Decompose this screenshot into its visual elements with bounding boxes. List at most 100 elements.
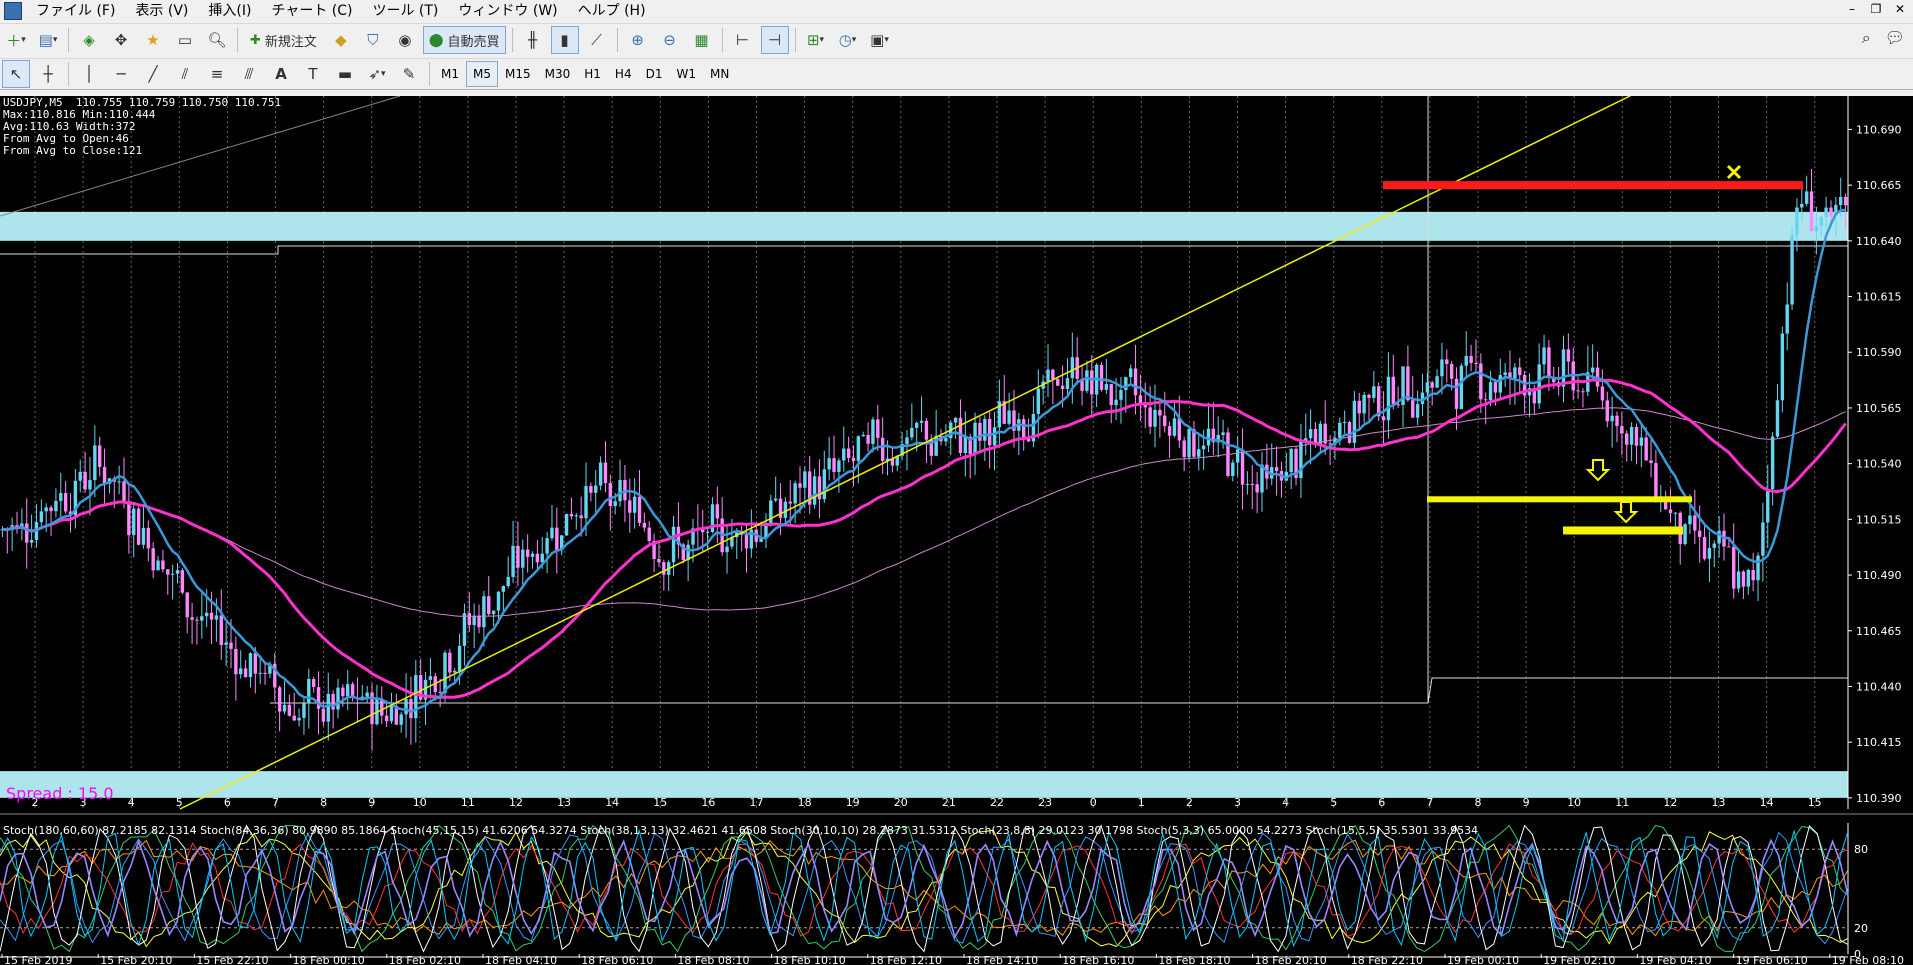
candle-body [915, 422, 919, 428]
candle-body [1610, 415, 1614, 422]
chart-shift-button[interactable]: ⊢ [729, 26, 757, 54]
candle-body [1547, 347, 1551, 378]
candle-body [569, 513, 574, 517]
price-label: 110.565 [1856, 402, 1902, 415]
time-label: 18 Feb 02:10 [389, 954, 461, 965]
auto-trade-button[interactable]: ⬤ 自動売買 [422, 26, 506, 54]
timeframe-d1[interactable]: D1 [639, 61, 670, 87]
menu-file[interactable]: ファイル (F) [26, 0, 125, 22]
chat-icon[interactable]: 💬︎ [1885, 28, 1905, 48]
bar-chart-button[interactable]: ╫ [519, 26, 547, 54]
cursor-button[interactable]: ↖ [2, 60, 30, 88]
candle-body [161, 560, 165, 570]
vertical-line-icon: │ [84, 65, 94, 83]
horizontal-line-button[interactable]: ─ [107, 60, 135, 88]
menu-help[interactable]: ヘルプ (H) [568, 0, 656, 22]
zoom-out-icon: ⊖ [663, 31, 676, 49]
text-label-button[interactable]: T [299, 60, 327, 88]
candle-body [472, 615, 476, 626]
auto-scroll-button[interactable]: ⊣ [760, 26, 789, 54]
market-watch-button[interactable]: ◈ [75, 26, 103, 54]
tile-windows-button[interactable]: ▦ [688, 26, 716, 54]
templates-button[interactable]: ▣ ▾ [866, 26, 894, 54]
candlestick-button[interactable]: ▮ [550, 26, 579, 54]
gann-button[interactable]: ⫻ [235, 60, 263, 88]
vps-button[interactable]: ◉ [391, 26, 419, 54]
menu-window[interactable]: ウィンドウ (W) [448, 0, 567, 22]
candle-body [1454, 378, 1459, 409]
terminal-button[interactable]: ▭ [171, 26, 199, 54]
timeframe-h1[interactable]: H1 [577, 61, 608, 87]
auto-trade-icon: ⬤ [428, 32, 444, 48]
menu-insert[interactable]: 挿入(I) [198, 0, 261, 22]
trendline-button[interactable]: ╱ [139, 60, 167, 88]
candle-body [773, 498, 778, 501]
draw-tools-button[interactable]: ✎ [395, 60, 423, 88]
line-chart-button[interactable]: ⟋ [583, 26, 611, 54]
fibonacci-button[interactable]: ≡ [203, 60, 231, 88]
stoch-level-label: 80 [1854, 843, 1868, 856]
close-button[interactable]: ✕ [1893, 2, 1907, 16]
new-chart-button[interactable]: ＋ ▾ [2, 26, 30, 54]
timeframe-mn[interactable]: MN [703, 61, 736, 87]
candle-body [1702, 536, 1707, 559]
data-window-button[interactable]: ✥ [107, 26, 135, 54]
candle-body [1036, 388, 1040, 414]
day-label: 9 [368, 796, 375, 809]
menu-tools[interactable]: ツール (T) [362, 0, 448, 22]
search-icon[interactable]: ⌕ [1862, 28, 1871, 48]
text-button[interactable]: A [267, 60, 295, 88]
candle-body [234, 648, 238, 675]
candle-body [190, 617, 194, 620]
candle-body [1483, 399, 1488, 401]
candle-body [837, 460, 841, 472]
strategy-tester-button[interactable]: 🔍︎ [203, 26, 231, 54]
candle-body [725, 546, 729, 553]
timeframe-m1[interactable]: M1 [434, 61, 466, 87]
timeframe-w1[interactable]: W1 [669, 61, 703, 87]
vertical-line-button[interactable]: │ [75, 60, 103, 88]
timeframe-m30[interactable]: M30 [538, 61, 578, 87]
signals-button[interactable]: ⛉ [359, 26, 387, 54]
candle-body [1197, 449, 1201, 457]
candle-body [1357, 400, 1361, 414]
profiles-button[interactable]: ▤ ▾ [34, 26, 62, 54]
crosshair-button[interactable]: ┼ [34, 60, 62, 88]
restore-button[interactable]: ❐ [1869, 2, 1883, 16]
menu-view[interactable]: 表示 (V) [125, 0, 198, 22]
day-label: 0 [1090, 796, 1097, 809]
arrows-button[interactable]: ➶ ▾ [363, 60, 391, 88]
zoom-out-button[interactable]: ⊖ [656, 26, 684, 54]
candle-body [1741, 571, 1746, 587]
candle-body [1503, 372, 1507, 376]
editor-icon: ◆ [335, 31, 347, 49]
candle-body [822, 469, 827, 500]
new-order-button[interactable]: ✚ 新規注文 [244, 26, 323, 54]
chart-window[interactable]: 2 3 4 5 6 7 8 9 10 11 12 13 14 15 16 17 18 19 20 21 22 23 0 1 2 3… [0, 96, 1913, 965]
periods-button[interactable]: ◷ ▾ [834, 26, 862, 54]
candle-body [1518, 367, 1522, 376]
candle-body [1104, 384, 1109, 390]
metaeditor-button[interactable]: ◆ [327, 26, 355, 54]
rectangle-button[interactable]: ▬ [331, 60, 359, 88]
timeframe-h4[interactable]: H4 [608, 61, 639, 87]
price-zone [0, 771, 1848, 798]
candle-body [511, 545, 515, 577]
navigator-button[interactable]: ★ [139, 26, 167, 54]
candle-body [1231, 462, 1235, 476]
indicators-button[interactable]: ⊞ ▾ [802, 26, 830, 54]
auto-trade-label: 自動売買 [447, 34, 500, 50]
timeframe-m15[interactable]: M15 [498, 61, 538, 87]
timeframe-group: M1 M5 M15 M30 H1 H4 D1 W1 MN [434, 61, 736, 87]
menu-chart[interactable]: チャート (C) [261, 0, 362, 22]
candle-body [399, 714, 403, 725]
timeframe-m5[interactable]: M5 [466, 61, 498, 87]
minimize-button[interactable]: – [1845, 2, 1859, 16]
zoom-in-button[interactable]: ⊕ [624, 26, 652, 54]
app-icon[interactable] [4, 2, 22, 20]
price-label: 110.465 [1856, 625, 1902, 638]
equidistant-channel-button[interactable]: ⫽ [171, 60, 199, 88]
candle-body [1488, 382, 1493, 401]
gann-icon: ⫻ [244, 65, 254, 83]
candle-body [1683, 524, 1687, 544]
